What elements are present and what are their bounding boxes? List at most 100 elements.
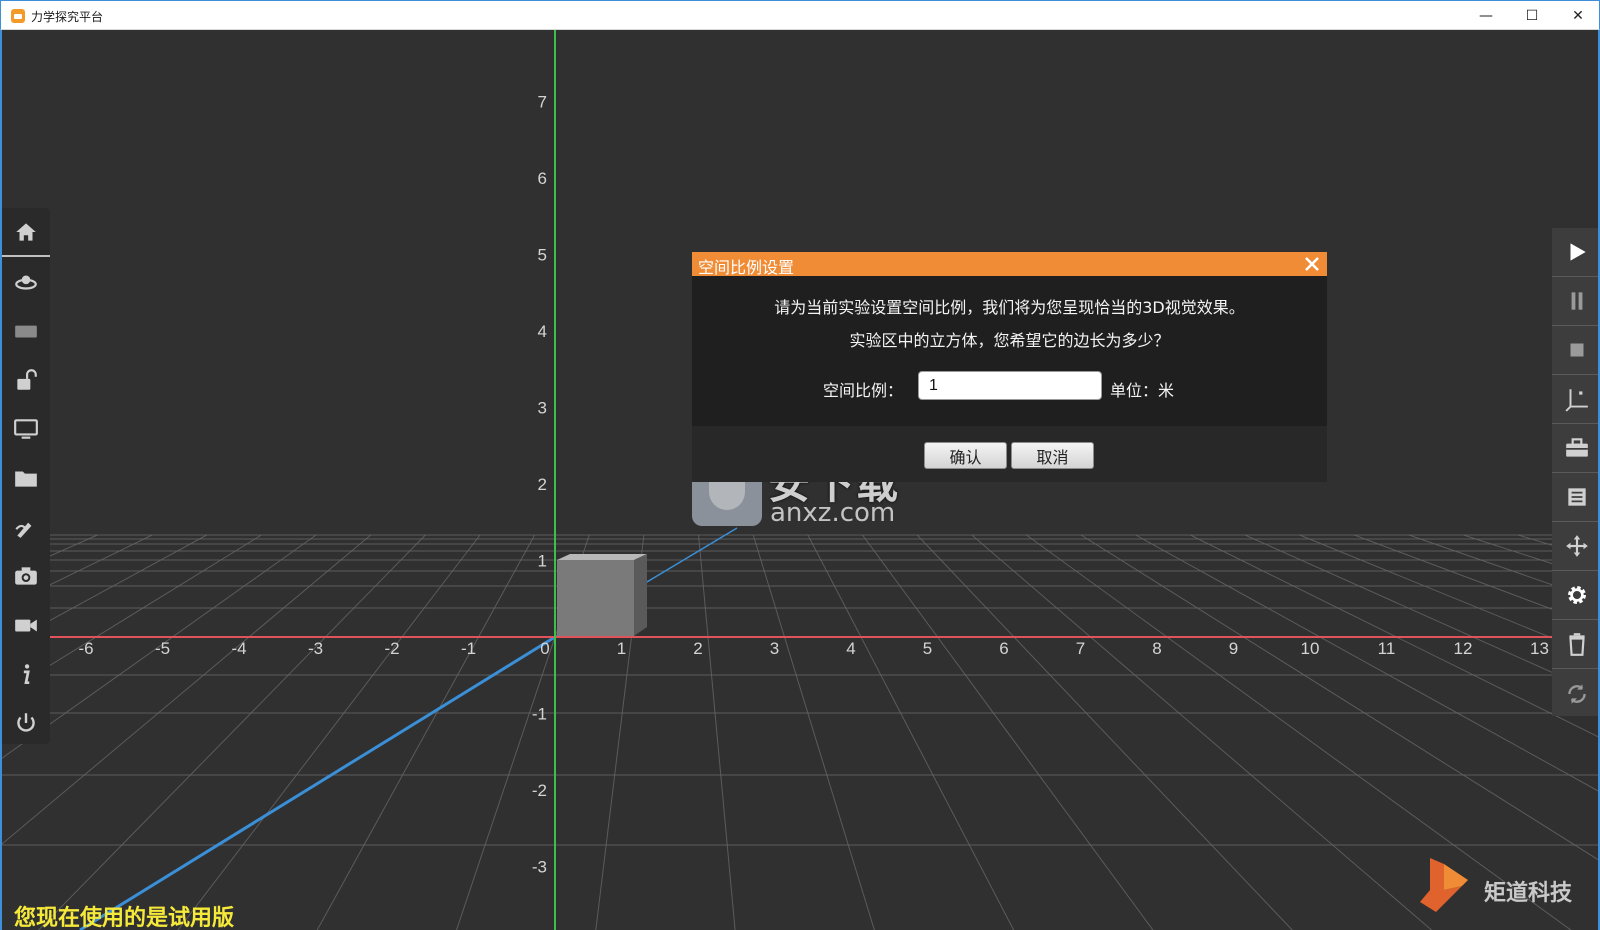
brand-logo: 矩道科技	[1412, 850, 1592, 920]
app-icon	[11, 9, 25, 23]
reset-button[interactable]	[1552, 669, 1598, 718]
close-window-button[interactable]: ✕	[1555, 1, 1600, 30]
unit-label: 单位：米	[1110, 381, 1175, 400]
dialog-header: 空间比例设置	[692, 252, 1327, 277]
dialog-footer: 确认 取消	[692, 426, 1327, 482]
grid-depth-line	[807, 534, 1015, 930]
watermark-domain: anxz.com	[770, 498, 896, 528]
list-button[interactable]	[1552, 473, 1598, 522]
play-button[interactable]	[1552, 228, 1598, 277]
x-tick-label: -1	[461, 639, 476, 658]
scale-input[interactable]	[918, 371, 1102, 400]
grid-depth-line	[177, 534, 481, 930]
x-tick-label: -2	[384, 639, 399, 658]
x-tick-label: 4	[846, 639, 855, 658]
display-button[interactable]	[2, 404, 50, 453]
x-tick-label: 6	[999, 639, 1008, 658]
x-tick-label: 7	[1076, 639, 1085, 658]
y-tick-label: 1	[538, 552, 547, 571]
y-tick-label: -3	[532, 858, 547, 877]
close-icon[interactable]	[1303, 255, 1321, 273]
grid-depth-line	[916, 534, 1293, 930]
stop-button[interactable]	[1552, 326, 1598, 375]
stop-icon	[1570, 343, 1584, 357]
x-tick-label: -5	[155, 639, 170, 658]
grid-depth-line	[752, 534, 875, 930]
dialog-message-line1: 请为当前实验设置空间比例，我们将为您呈现恰当的3D视觉效果。	[774, 298, 1245, 317]
cube-side-face	[634, 554, 647, 636]
list-icon	[1568, 488, 1586, 506]
keyboard-icon	[15, 325, 37, 337]
title-bar: 力学探究平台 — ☐ ✕	[0, 0, 1600, 30]
cancel-button[interactable]: 取消	[1011, 442, 1094, 469]
y-tick-label: -1	[532, 705, 547, 724]
x-tick-label: -6	[78, 639, 93, 658]
settings-button[interactable]	[1552, 571, 1598, 620]
confirm-button[interactable]: 确认	[924, 442, 1007, 469]
axis-3d-button[interactable]	[1552, 375, 1598, 424]
y-tick-label: 5	[538, 246, 547, 265]
y-tick-label: 3	[538, 399, 547, 418]
y-tick-label: 2	[538, 475, 547, 494]
minimize-button[interactable]: —	[1463, 1, 1509, 30]
power-button[interactable]	[2, 698, 50, 747]
cube-object[interactable]	[557, 554, 647, 636]
right-toolbar	[1552, 228, 1598, 718]
record-button[interactable]	[2, 600, 50, 649]
info-button[interactable]	[2, 649, 50, 698]
grid-depth-line	[37, 534, 426, 930]
keyboard-button[interactable]	[2, 306, 50, 355]
brand-logo-icon	[1420, 858, 1468, 912]
x-tick-label: 3	[770, 639, 779, 658]
x-tick-label: 1	[617, 639, 626, 658]
grid-depth-line	[316, 534, 536, 930]
y-tick-label: 4	[538, 322, 547, 341]
x-tick-label: 12	[1454, 639, 1473, 658]
delete-button[interactable]	[1552, 620, 1598, 669]
draw-icon	[15, 522, 32, 538]
experiment-icon	[15, 275, 37, 290]
window-title: 力学探究平台	[31, 10, 104, 24]
y-tick-label: 7	[538, 93, 547, 112]
scene-viewport[interactable]: -6 -5 -4 -3 -2 -1 0 1 2 3 4 5 6 7 8 9 10 11 12 13 1 2 3 4 5 6 7 -1…	[0, 30, 1600, 930]
brand-name: 矩道科技	[1484, 881, 1573, 906]
draw-button[interactable]	[2, 502, 50, 551]
folder-icon	[15, 471, 37, 487]
y-tick-label: 6	[538, 169, 547, 188]
left-toolbar	[2, 208, 50, 744]
grid-depth-line	[971, 534, 1433, 930]
grid-depth-line	[862, 534, 1154, 930]
move-button[interactable]	[1552, 522, 1598, 571]
y-tick-label: -2	[532, 781, 547, 800]
floor-grid	[2, 534, 1598, 930]
scale-label: 空间比例：	[823, 381, 904, 400]
x-tick-label: 9	[1229, 639, 1238, 658]
grid-depth-line	[698, 534, 736, 930]
home-button[interactable]	[2, 208, 50, 257]
toolbox-button[interactable]	[1552, 424, 1598, 473]
x-tick-label: -4	[231, 639, 246, 658]
x-tick-label: 0	[540, 639, 549, 658]
monitor-icon	[14, 418, 38, 439]
x-tick-label: 11	[1378, 639, 1396, 658]
move-icon	[1566, 535, 1588, 557]
space-scale-dialog: 空间比例设置 请为当前实验设置空间比例，我们将为您呈现恰当的3D视觉效果。 实验…	[692, 252, 1327, 482]
x-tick-label: 13	[1530, 639, 1549, 658]
reset-icon	[1568, 683, 1586, 704]
maximize-button[interactable]: ☐	[1509, 1, 1555, 30]
play-icon	[1570, 243, 1586, 261]
axis-3d-icon	[1565, 389, 1588, 412]
experiment-button[interactable]	[2, 257, 50, 306]
screenshot-button[interactable]	[2, 551, 50, 600]
x-tick-label: 2	[693, 639, 702, 658]
unlock-icon	[17, 368, 37, 390]
folder-button[interactable]	[2, 453, 50, 502]
camera-icon	[15, 566, 37, 585]
trash-icon	[1569, 633, 1585, 656]
x-tick-label: -3	[308, 639, 323, 658]
toolbox-icon	[1566, 438, 1588, 457]
z-axis-line	[79, 635, 556, 930]
pause-button[interactable]	[1552, 277, 1598, 326]
unlock-button[interactable]	[2, 355, 50, 404]
dialog-message-line2: 实验区中的立方体，您希望它的边长为多少？	[849, 331, 1170, 350]
